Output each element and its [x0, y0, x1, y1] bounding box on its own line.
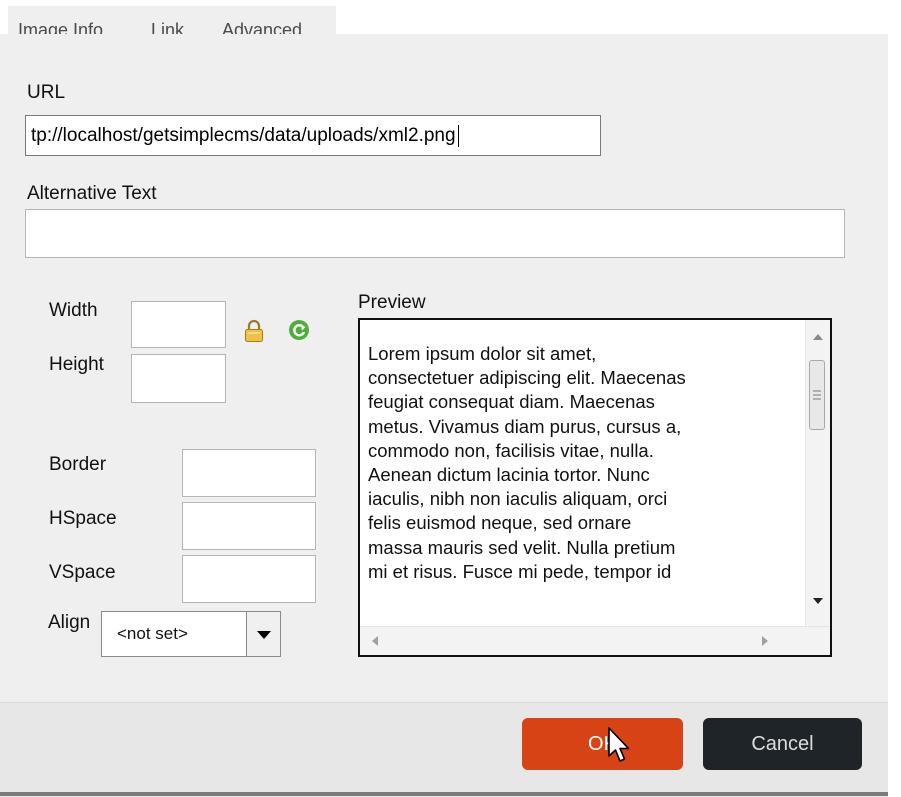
url-input[interactable]: tp://localhost/getsimplecms/data/uploads…	[25, 115, 601, 156]
text-caret	[457, 124, 459, 147]
chevron-down-icon[interactable]	[246, 612, 280, 656]
url-value: tp://localhost/getsimplecms/data/uploads…	[31, 124, 456, 146]
height-input[interactable]	[131, 354, 226, 403]
scroll-right-icon[interactable]	[762, 636, 768, 646]
vspace-label: VSpace	[49, 562, 116, 583]
align-selected-value: <not set>	[117, 624, 188, 643]
alt-text-input[interactable]	[25, 209, 845, 258]
reset-size-icon[interactable]	[288, 319, 310, 346]
preview-line: commodo non, facilisis vitae, nulla.	[368, 439, 654, 461]
preview-box[interactable]: Lorem ipsum dolor sit amet, consectetuer…	[358, 318, 832, 657]
scrollbar-thumb[interactable]	[809, 360, 825, 430]
alt-text-label: Alternative Text	[27, 183, 157, 204]
width-input[interactable]	[131, 301, 226, 348]
preview-line: mi et risus. Fusce mi pede, tempor id	[368, 560, 672, 582]
preview-line: Lorem ipsum dolor sit amet,	[368, 343, 597, 364]
hspace-input[interactable]	[182, 502, 316, 550]
align-select[interactable]: <not set>	[101, 611, 281, 657]
preview-line: consectetuer adipiscing elit. Maecenas	[368, 367, 686, 389]
scroll-down-icon[interactable]	[813, 598, 823, 604]
preview-text: Lorem ipsum dolor sit amet, consectetuer…	[368, 342, 820, 584]
preview-label: Preview	[358, 292, 426, 313]
preview-line: Aenean dictum lacinia tortor. Nunc	[368, 464, 650, 486]
align-label: Align	[48, 612, 91, 633]
preview-line: massa mauris sed velit. Nulla pretium	[368, 536, 676, 558]
border-input[interactable]	[182, 449, 316, 497]
ok-button[interactable]: OK	[522, 718, 683, 770]
vspace-input[interactable]	[182, 555, 316, 603]
scroll-left-icon[interactable]	[372, 636, 378, 646]
hspace-label: HSpace	[49, 508, 117, 529]
preview-line: metus. Vivamus diam purus, cursus a,	[368, 415, 682, 437]
border-label: Border	[49, 454, 107, 475]
lock-icon[interactable]	[243, 319, 265, 348]
url-label: URL	[27, 82, 66, 103]
width-label: Width	[49, 300, 98, 321]
height-label: Height	[49, 354, 104, 375]
cancel-button[interactable]: Cancel	[703, 718, 862, 770]
preview-line: iaculis, nibh non iaculis aliquam, orci	[368, 488, 668, 510]
preview-line: felis euismod neque, sed ornare	[368, 512, 632, 534]
preview-line: feugiat consequat diam. Maecenas	[368, 391, 655, 413]
scroll-up-icon[interactable]	[813, 334, 823, 340]
mouse-cursor-icon	[607, 726, 633, 771]
footer-bottom-border	[0, 792, 888, 796]
preview-vertical-scrollbar[interactable]	[805, 320, 830, 627]
preview-horizontal-scrollbar[interactable]	[360, 626, 830, 655]
